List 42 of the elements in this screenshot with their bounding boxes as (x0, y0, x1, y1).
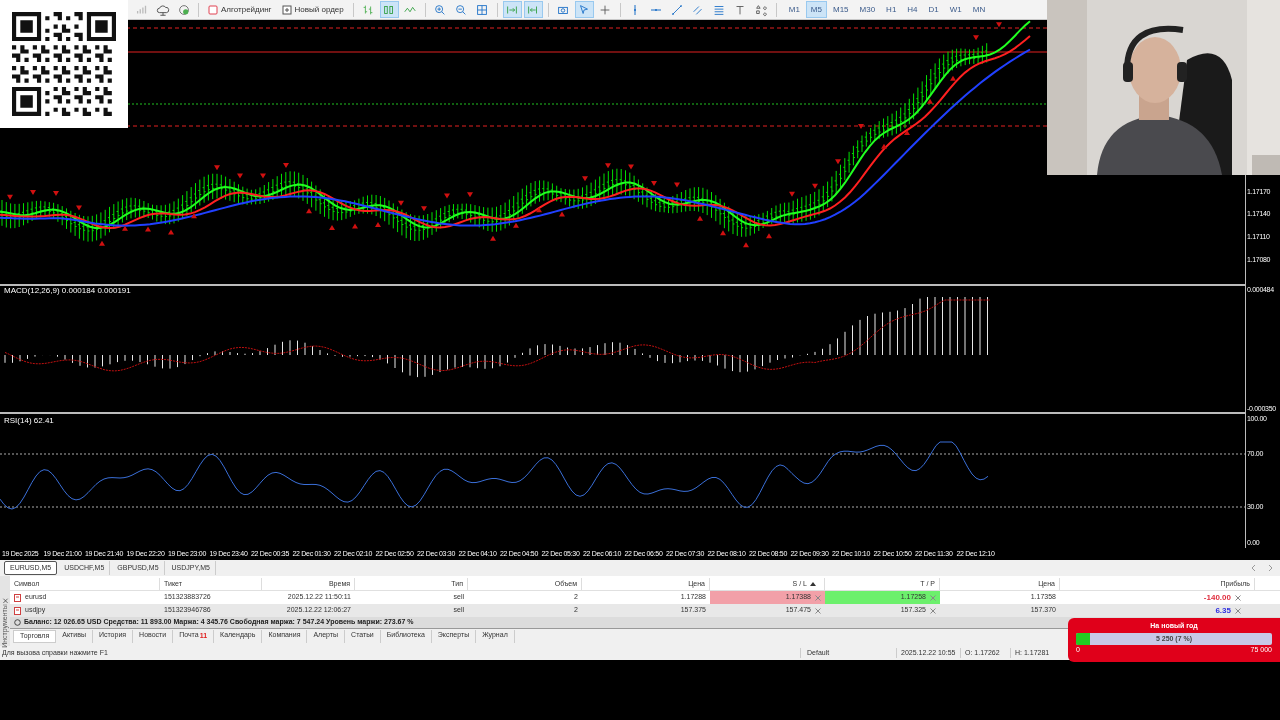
algo-trading-button[interactable]: Алготрейдинг (204, 1, 276, 18)
remove-icon (930, 607, 936, 614)
remove-icon (1235, 607, 1241, 614)
indicator-title: RSI(14) 62.41 (4, 416, 54, 425)
square-icon (208, 4, 218, 15)
close-icon (1, 598, 9, 604)
autoscroll-button[interactable] (502, 1, 522, 18)
timeframe-button[interactable]: H4 (902, 1, 923, 18)
timeframe-button[interactable]: M30 (854, 1, 881, 18)
horizontal-line-icon (650, 7, 663, 12)
sort-arrow-icon (810, 581, 816, 587)
remove-icon (815, 607, 821, 614)
timeframe-button[interactable]: H1 (881, 1, 902, 18)
timeframe-button[interactable]: M1 (783, 1, 805, 18)
chevron-left-icon (1250, 564, 1258, 572)
candlestick-button[interactable] (379, 1, 399, 18)
grid-icon (475, 2, 490, 17)
shapes-icon (754, 2, 769, 17)
timeframe-button[interactable]: W1 (944, 1, 967, 18)
new-order-button[interactable]: Новый ордер (277, 1, 348, 18)
cloud-icon (155, 2, 170, 17)
globe-icon (176, 2, 191, 17)
timeframe-button[interactable]: M5 (805, 1, 827, 18)
plus-document-icon (281, 4, 292, 15)
remove-icon (815, 594, 821, 601)
indicator-title: MACD(12,26,9) 0.000184 0.000191 (4, 286, 131, 295)
timeframe-button[interactable]: MN (967, 1, 991, 18)
chevron-right-icon (1266, 564, 1274, 572)
document-icon (14, 593, 21, 602)
vertical-line-icon (633, 3, 638, 16)
timeframe-button[interactable]: D1 (923, 1, 944, 18)
trend-line-icon (670, 2, 685, 17)
document-icon (14, 606, 21, 615)
profit-value: 6.35 (1215, 604, 1231, 617)
circle-icon (14, 619, 21, 626)
remove-icon (930, 594, 936, 601)
remove-icon (1235, 594, 1241, 601)
profit-value: -140.00 (1203, 591, 1231, 604)
qr-code-icon (12, 12, 116, 116)
timeframe-button[interactable]: M15 (828, 1, 854, 18)
cursor-button[interactable] (574, 1, 594, 18)
chart-shift-button[interactable] (523, 1, 543, 18)
